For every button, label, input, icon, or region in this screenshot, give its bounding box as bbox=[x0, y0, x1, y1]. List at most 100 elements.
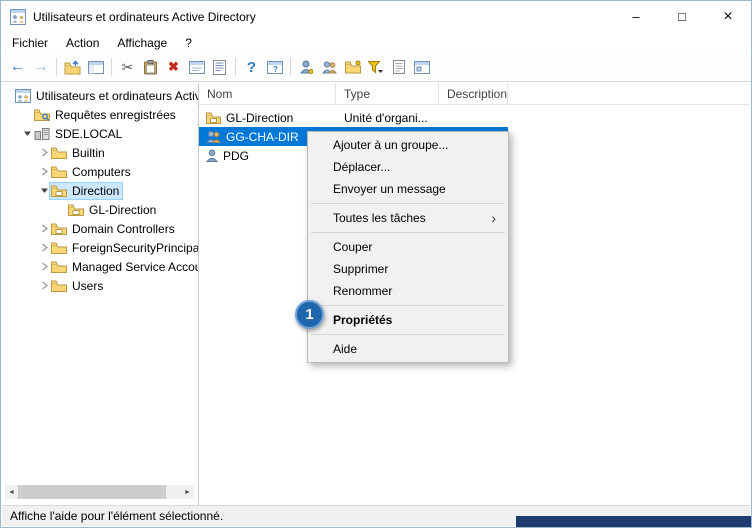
tree-item-content: Builtin bbox=[50, 145, 108, 161]
paste-button[interactable] bbox=[139, 56, 162, 79]
close-button[interactable]: × bbox=[705, 1, 751, 32]
collapsed-chevron-icon[interactable] bbox=[38, 281, 50, 290]
tree-item-label: Utilisateurs et ordinateurs Active bbox=[36, 89, 199, 103]
titlebar: Utilisateurs et ordinateurs Active Direc… bbox=[1, 1, 751, 32]
delete-button[interactable]: ✖ bbox=[162, 56, 185, 79]
document-button[interactable] bbox=[387, 56, 410, 79]
tree-item-label: Requêtes enregistrées bbox=[55, 108, 176, 122]
menu-separator bbox=[311, 334, 505, 335]
view-window-icon bbox=[414, 61, 430, 74]
context-menu-item-ajouter-a-un-groupe[interactable]: Ajouter à un groupe... bbox=[309, 134, 507, 156]
toolbar-separator bbox=[290, 58, 291, 76]
ou-icon bbox=[206, 111, 221, 124]
delete-icon: ✖ bbox=[168, 59, 179, 75]
column-header-description[interactable]: Description bbox=[439, 83, 508, 104]
tree-item-direction[interactable]: Direction bbox=[2, 181, 198, 200]
menu-file[interactable]: Fichier bbox=[3, 34, 57, 52]
tree-item-users[interactable]: Users bbox=[2, 276, 198, 295]
folder-icon bbox=[51, 241, 67, 254]
new-group-icon bbox=[322, 60, 337, 74]
back-button[interactable]: ← bbox=[6, 56, 29, 79]
minimize-button[interactable]: – bbox=[613, 1, 659, 32]
user-icon bbox=[206, 149, 218, 162]
collapsed-chevron-icon[interactable] bbox=[38, 224, 50, 233]
context-menu-item-aide[interactable]: Aide bbox=[309, 338, 507, 360]
ou-folder-icon bbox=[51, 184, 67, 197]
tree-item-content: Domain Controllers bbox=[50, 221, 178, 237]
view-window-button[interactable] bbox=[410, 56, 433, 79]
context-menu-item-couper[interactable]: Couper bbox=[309, 236, 507, 258]
ou-folder-icon bbox=[51, 222, 67, 235]
column-header-nom[interactable]: Nom bbox=[199, 83, 336, 104]
list-cell-type: Unité d'organi... bbox=[336, 111, 439, 125]
context-menu-item-label: Ajouter à un groupe... bbox=[333, 138, 448, 152]
group-icon bbox=[206, 130, 221, 143]
filter-button[interactable] bbox=[364, 56, 387, 79]
column-header-type[interactable]: Type bbox=[336, 83, 439, 104]
forward-icon: → bbox=[33, 58, 49, 76]
tree-item-content: SDE.LOCAL bbox=[33, 126, 125, 142]
context-menu-item-renommer[interactable]: Renommer bbox=[309, 280, 507, 302]
tree-item-utilisateurs-et-ordinateurs-active[interactable]: Utilisateurs et ordinateurs Active bbox=[2, 86, 198, 105]
context-menu-item-toutes-les-taches[interactable]: Toutes les tâches › bbox=[309, 207, 507, 229]
context-menu-item-supprimer[interactable]: Supprimer bbox=[309, 258, 507, 280]
scrollbar-thumb[interactable] bbox=[18, 485, 166, 499]
new-user-button[interactable] bbox=[295, 56, 318, 79]
menu-help[interactable]: ? bbox=[176, 34, 201, 52]
tree-item-content: Managed Service Accoun bbox=[50, 259, 199, 275]
show-hide-tree-button[interactable] bbox=[84, 56, 107, 79]
new-group-button[interactable] bbox=[318, 56, 341, 79]
up-one-level-button[interactable] bbox=[61, 56, 84, 79]
tree-item-label: Users bbox=[72, 279, 103, 293]
tree-item-label: ForeignSecurityPrincipals bbox=[72, 241, 199, 255]
tree-item-gl-direction[interactable]: GL-Direction bbox=[2, 200, 198, 219]
collapsed-chevron-icon[interactable] bbox=[38, 243, 50, 252]
cut-button[interactable]: ✂ bbox=[116, 56, 139, 79]
toolbar-separator bbox=[56, 58, 57, 76]
help-window-button[interactable]: ? bbox=[263, 56, 286, 79]
tree-horizontal-scrollbar[interactable]: ◄ ► bbox=[5, 485, 194, 499]
help-button[interactable]: ? bbox=[240, 56, 263, 79]
export-list-button[interactable] bbox=[208, 56, 231, 79]
tree-item-builtin[interactable]: Builtin bbox=[2, 143, 198, 162]
list-item-name: GG-CHA-DIR bbox=[226, 130, 299, 144]
show-hide-tree-icon bbox=[88, 61, 104, 74]
tree-item-requetes-enregistrees[interactable]: Requêtes enregistrées bbox=[2, 105, 198, 124]
expanded-chevron-icon[interactable] bbox=[38, 186, 50, 195]
menu-separator bbox=[311, 232, 505, 233]
tree-item-label: GL-Direction bbox=[89, 203, 156, 217]
context-menu-item-label: Toutes les tâches bbox=[333, 211, 426, 225]
tree-item-foreignsecurityprincipals[interactable]: ForeignSecurityPrincipals bbox=[2, 238, 198, 257]
tree-item-managed-service-accoun[interactable]: Managed Service Accoun bbox=[2, 257, 198, 276]
context-menu-item-deplacer[interactable]: Déplacer... bbox=[309, 156, 507, 178]
context-menu-item-envoyer-un-message[interactable]: Envoyer un message bbox=[309, 178, 507, 200]
scroll-left-arrow-icon[interactable]: ◄ bbox=[5, 489, 18, 496]
forward-button[interactable]: → bbox=[29, 56, 52, 79]
tree-item-sde-local[interactable]: SDE.LOCAL bbox=[2, 124, 198, 143]
tree-item-label: SDE.LOCAL bbox=[55, 127, 122, 141]
tree-item-content: Direction bbox=[50, 183, 122, 199]
scroll-right-arrow-icon[interactable]: ► bbox=[181, 489, 194, 496]
maximize-button[interactable]: □ bbox=[659, 1, 705, 32]
properties-window-button[interactable] bbox=[185, 56, 208, 79]
new-ou-button[interactable] bbox=[341, 56, 364, 79]
menu-view[interactable]: Affichage bbox=[108, 34, 176, 52]
console-tree: Utilisateurs et ordinateurs Active Requêt… bbox=[2, 83, 198, 295]
submenu-arrow-icon: › bbox=[491, 207, 496, 229]
properties-window-icon bbox=[189, 61, 205, 74]
list-item-name: PDG bbox=[223, 149, 249, 163]
tree-item-domain-controllers[interactable]: Domain Controllers bbox=[2, 219, 198, 238]
collapsed-chevron-icon[interactable] bbox=[38, 262, 50, 271]
expanded-chevron-icon[interactable] bbox=[21, 129, 33, 138]
collapsed-chevron-icon[interactable] bbox=[38, 167, 50, 176]
collapsed-chevron-icon[interactable] bbox=[38, 148, 50, 157]
context-menu: Ajouter à un groupe... Déplacer... Envoyer… bbox=[307, 131, 509, 363]
folder-icon bbox=[51, 260, 67, 273]
context-menu-item-label: Déplacer... bbox=[333, 160, 390, 174]
menu-action[interactable]: Action bbox=[57, 34, 108, 52]
tree-item-computers[interactable]: Computers bbox=[2, 162, 198, 181]
list-cell-name: GL-Direction bbox=[199, 111, 336, 125]
paste-icon bbox=[144, 60, 157, 75]
list-row-gl-direction[interactable]: GL-DirectionUnité d'organi... bbox=[199, 108, 508, 127]
context-menu-item-proprietes[interactable]: Propriétés bbox=[309, 309, 507, 331]
